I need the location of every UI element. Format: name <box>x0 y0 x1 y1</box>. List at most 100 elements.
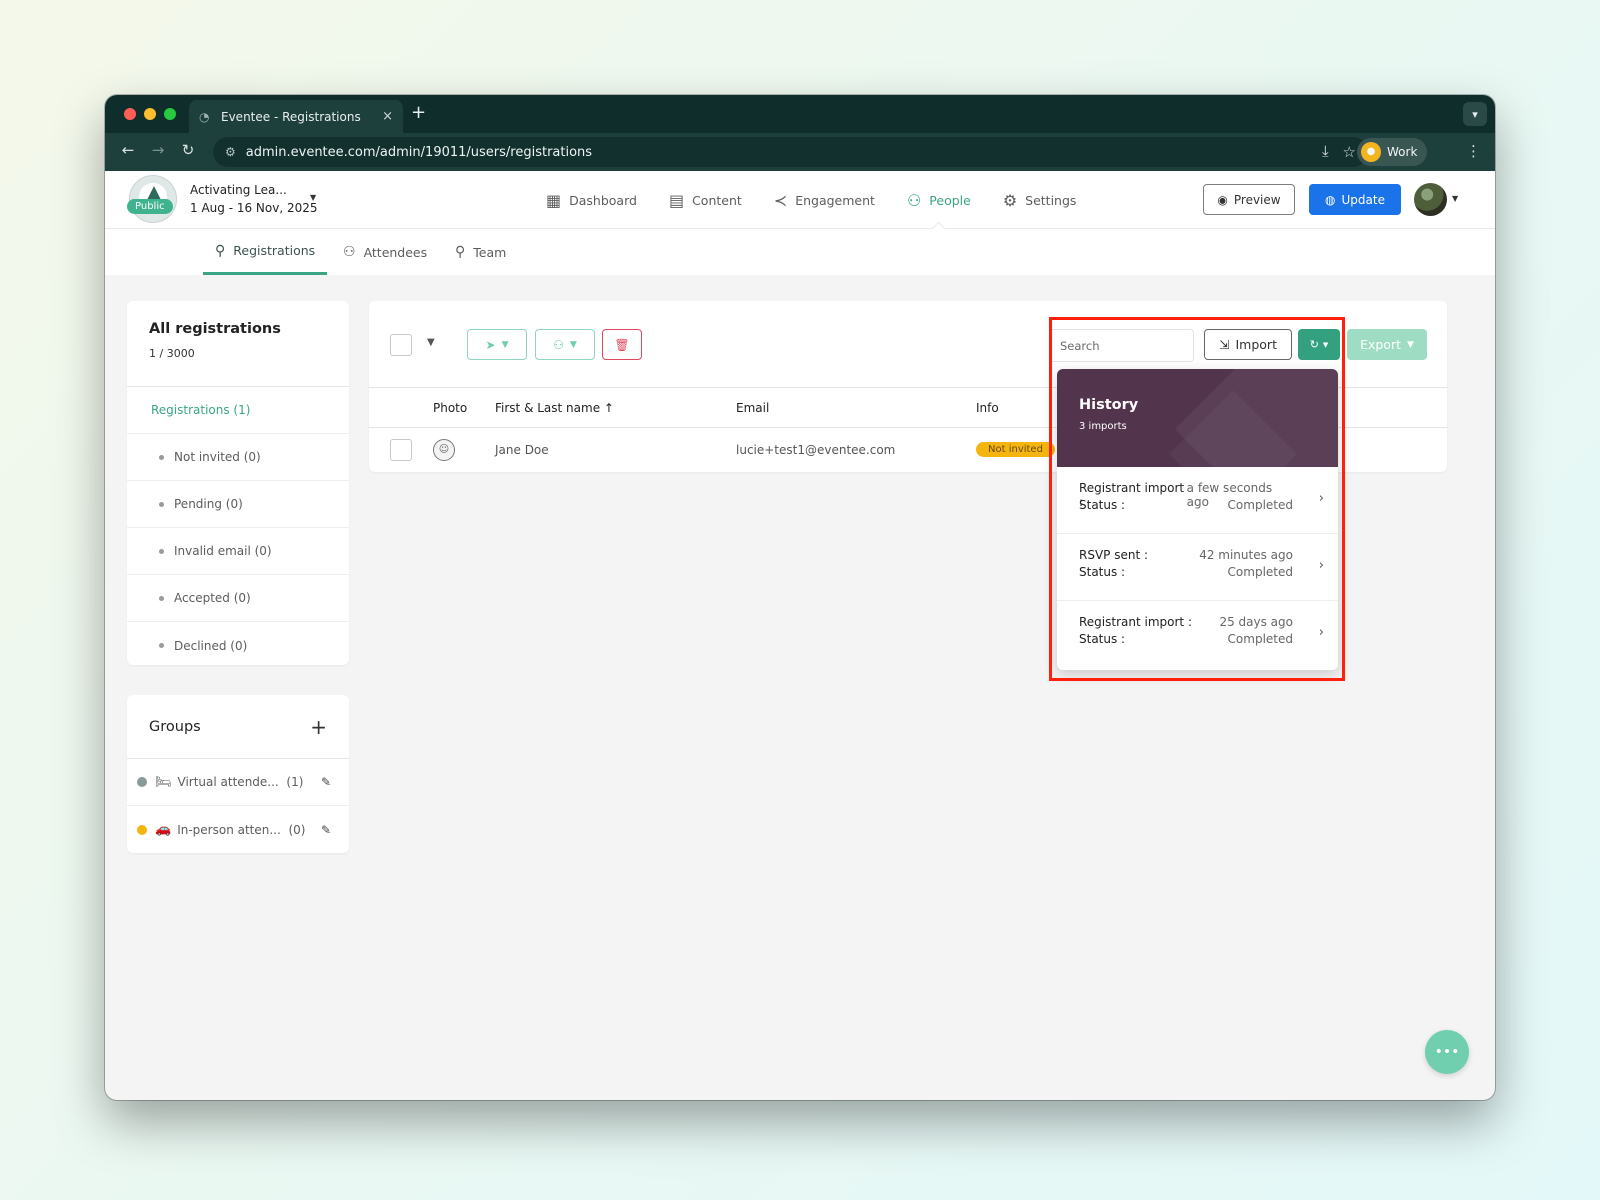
group-count: (0) <box>288 822 306 837</box>
bullet-icon <box>159 501 164 507</box>
filter-accepted[interactable]: Accepted (0) <box>127 575 349 622</box>
filter-declined[interactable]: Declined (0) <box>127 622 349 669</box>
tab-registrations[interactable]: ⚲ Registrations <box>203 229 328 275</box>
download-icon[interactable]: ⤓ <box>1322 142 1329 160</box>
profile-avatar-icon: ● <box>1361 142 1381 162</box>
sub-nav: ⚲ Registrations ⚇ Attendees ⚲ Team <box>105 229 1495 275</box>
groups-title: Groups <box>149 718 201 735</box>
public-badge: Public <box>127 199 173 214</box>
bullet-icon <box>159 595 164 601</box>
event-switch-caret-icon[interactable]: ▼ <box>310 193 316 202</box>
filter-label: Not invited (0) <box>174 450 261 464</box>
reload-icon[interactable]: ↻ <box>177 141 199 159</box>
bed-icon: 🛏 <box>155 774 172 790</box>
group-count: (1) <box>286 775 304 789</box>
users-icon: ⚇ <box>343 244 356 260</box>
nav-label: Dashboard <box>569 192 637 208</box>
nav-engagement[interactable]: ≺ Engagement <box>758 171 891 229</box>
close-tab-icon[interactable]: × <box>382 109 393 124</box>
tab-search-button[interactable]: ▾ <box>1463 102 1487 126</box>
filter-not-invited[interactable]: Not invited (0) <box>127 434 349 481</box>
globe-icon: ◍ <box>1325 192 1336 207</box>
update-button[interactable]: ◍ Update <box>1309 184 1401 215</box>
all-registrations-title: All registrations <box>149 321 281 337</box>
export-button[interactable]: Export ▼ <box>1347 329 1427 360</box>
tab-label: Team <box>473 244 507 260</box>
forward-icon[interactable]: → <box>147 141 169 159</box>
nav-dashboard[interactable]: ▦ Dashboard <box>530 171 653 229</box>
nav-label: Engagement <box>795 192 875 208</box>
tab-label: Registrations <box>233 243 316 258</box>
browser-menu-icon[interactable]: ⋮ <box>1466 142 1481 160</box>
trash-icon: 🗑 <box>614 337 630 352</box>
minimize-window-button[interactable] <box>144 108 156 120</box>
filter-invalid-email[interactable]: Invalid email (0) <box>127 528 349 575</box>
filter-label: Accepted (0) <box>174 591 251 605</box>
send-icon: ➤ <box>485 337 496 352</box>
profile-button[interactable]: ● Work <box>1357 138 1428 166</box>
bullet-icon <box>159 643 164 648</box>
group-icon: ⚇ <box>553 337 564 352</box>
group-item[interactable]: 🚗 In-person atten... (0) ✎ <box>127 806 349 853</box>
address-bar[interactable]: ⚙ admin.eventee.com/admin/19011/users/re… <box>213 137 1368 167</box>
send-invite-button[interactable]: ➤ ▼ <box>467 329 527 360</box>
add-group-button[interactable]: + <box>310 715 327 739</box>
group-item[interactable]: 🛏 Virtual attende... (1) ✎ <box>127 759 349 806</box>
new-tab-button[interactable]: + <box>411 103 426 123</box>
back-icon[interactable]: ← <box>117 141 139 159</box>
export-label: Export <box>1360 337 1401 352</box>
row-checkbox[interactable] <box>390 439 412 461</box>
select-all-checkbox[interactable] <box>390 334 412 356</box>
browser-tab[interactable]: ◔ Eventee - Registrations × <box>189 100 403 133</box>
maximize-window-button[interactable] <box>164 108 176 120</box>
site-settings-icon[interactable]: ⚙ <box>225 145 236 159</box>
window-controls <box>124 108 176 120</box>
browser-window: ◔ Eventee - Registrations × + ▾ ← → ↻ ⚙ … <box>105 95 1495 1100</box>
nav-label: People <box>929 192 971 208</box>
nav-label: Content <box>692 192 742 208</box>
delete-button[interactable]: 🗑 <box>602 329 642 360</box>
main-nav: ▦ Dashboard ▤ Content ≺ Engagement ⚇ Peo… <box>530 171 1092 229</box>
group-color-dot <box>137 777 147 787</box>
filter-registrations[interactable]: Registrations (1) <box>127 387 349 434</box>
filter-pending[interactable]: Pending (0) <box>127 481 349 528</box>
column-photo: Photo <box>433 401 468 415</box>
edit-pencil-icon[interactable]: ✎ <box>321 823 331 837</box>
tab-team[interactable]: ⚲ Team <box>455 229 506 275</box>
tab-label: Attendees <box>363 244 428 260</box>
car-icon: 🚗 <box>155 822 172 837</box>
user-avatar-placeholder-icon: ☺ <box>433 439 455 461</box>
bullet-icon <box>159 454 164 460</box>
update-label: Update <box>1341 192 1385 207</box>
column-email: Email <box>736 401 770 415</box>
filter-label: Registrations (1) <box>151 403 251 417</box>
nav-people[interactable]: ⚇ People <box>891 171 987 229</box>
user-menu-caret-icon[interactable]: ▼ <box>1452 194 1458 203</box>
nav-content[interactable]: ▤ Content <box>653 171 758 229</box>
group-name-text: In-person atten... <box>177 822 281 837</box>
chevron-down-icon: ▼ <box>1407 339 1414 350</box>
share-icon: ≺ <box>773 190 788 210</box>
bullet-icon <box>159 548 164 554</box>
group-name-text: Virtual attende... <box>177 775 279 789</box>
eye-icon: ◉ <box>1217 192 1228 207</box>
nav-settings[interactable]: ⚙ Settings <box>987 171 1093 229</box>
user-avatar[interactable] <box>1414 183 1447 216</box>
close-window-button[interactable] <box>124 108 136 120</box>
select-options-caret-icon[interactable]: ▼ <box>427 337 435 348</box>
row-name: Jane Doe <box>495 443 549 457</box>
filter-label: Invalid email (0) <box>174 544 272 558</box>
column-name-sort[interactable]: First & Last name ↑ <box>495 401 614 415</box>
tab-attendees[interactable]: ⚇ Attendees <box>343 229 427 275</box>
status-badge: Not invited <box>976 442 1055 457</box>
column-info: Info <box>976 401 999 415</box>
registrations-filter-card: All registrations 1 / 3000 Registrations… <box>127 301 349 665</box>
chat-support-button[interactable]: ••• <box>1425 1030 1469 1074</box>
preview-button[interactable]: ◉ Preview <box>1203 184 1295 215</box>
event-name[interactable]: Activating Lea... <box>190 183 287 197</box>
edit-pencil-icon[interactable]: ✎ <box>321 775 331 789</box>
assign-group-button[interactable]: ⚇ ▼ <box>535 329 595 360</box>
bookmark-star-icon[interactable]: ☆ <box>1343 143 1356 161</box>
chevron-down-icon: ▼ <box>569 339 577 350</box>
filter-label: Pending (0) <box>174 497 243 511</box>
